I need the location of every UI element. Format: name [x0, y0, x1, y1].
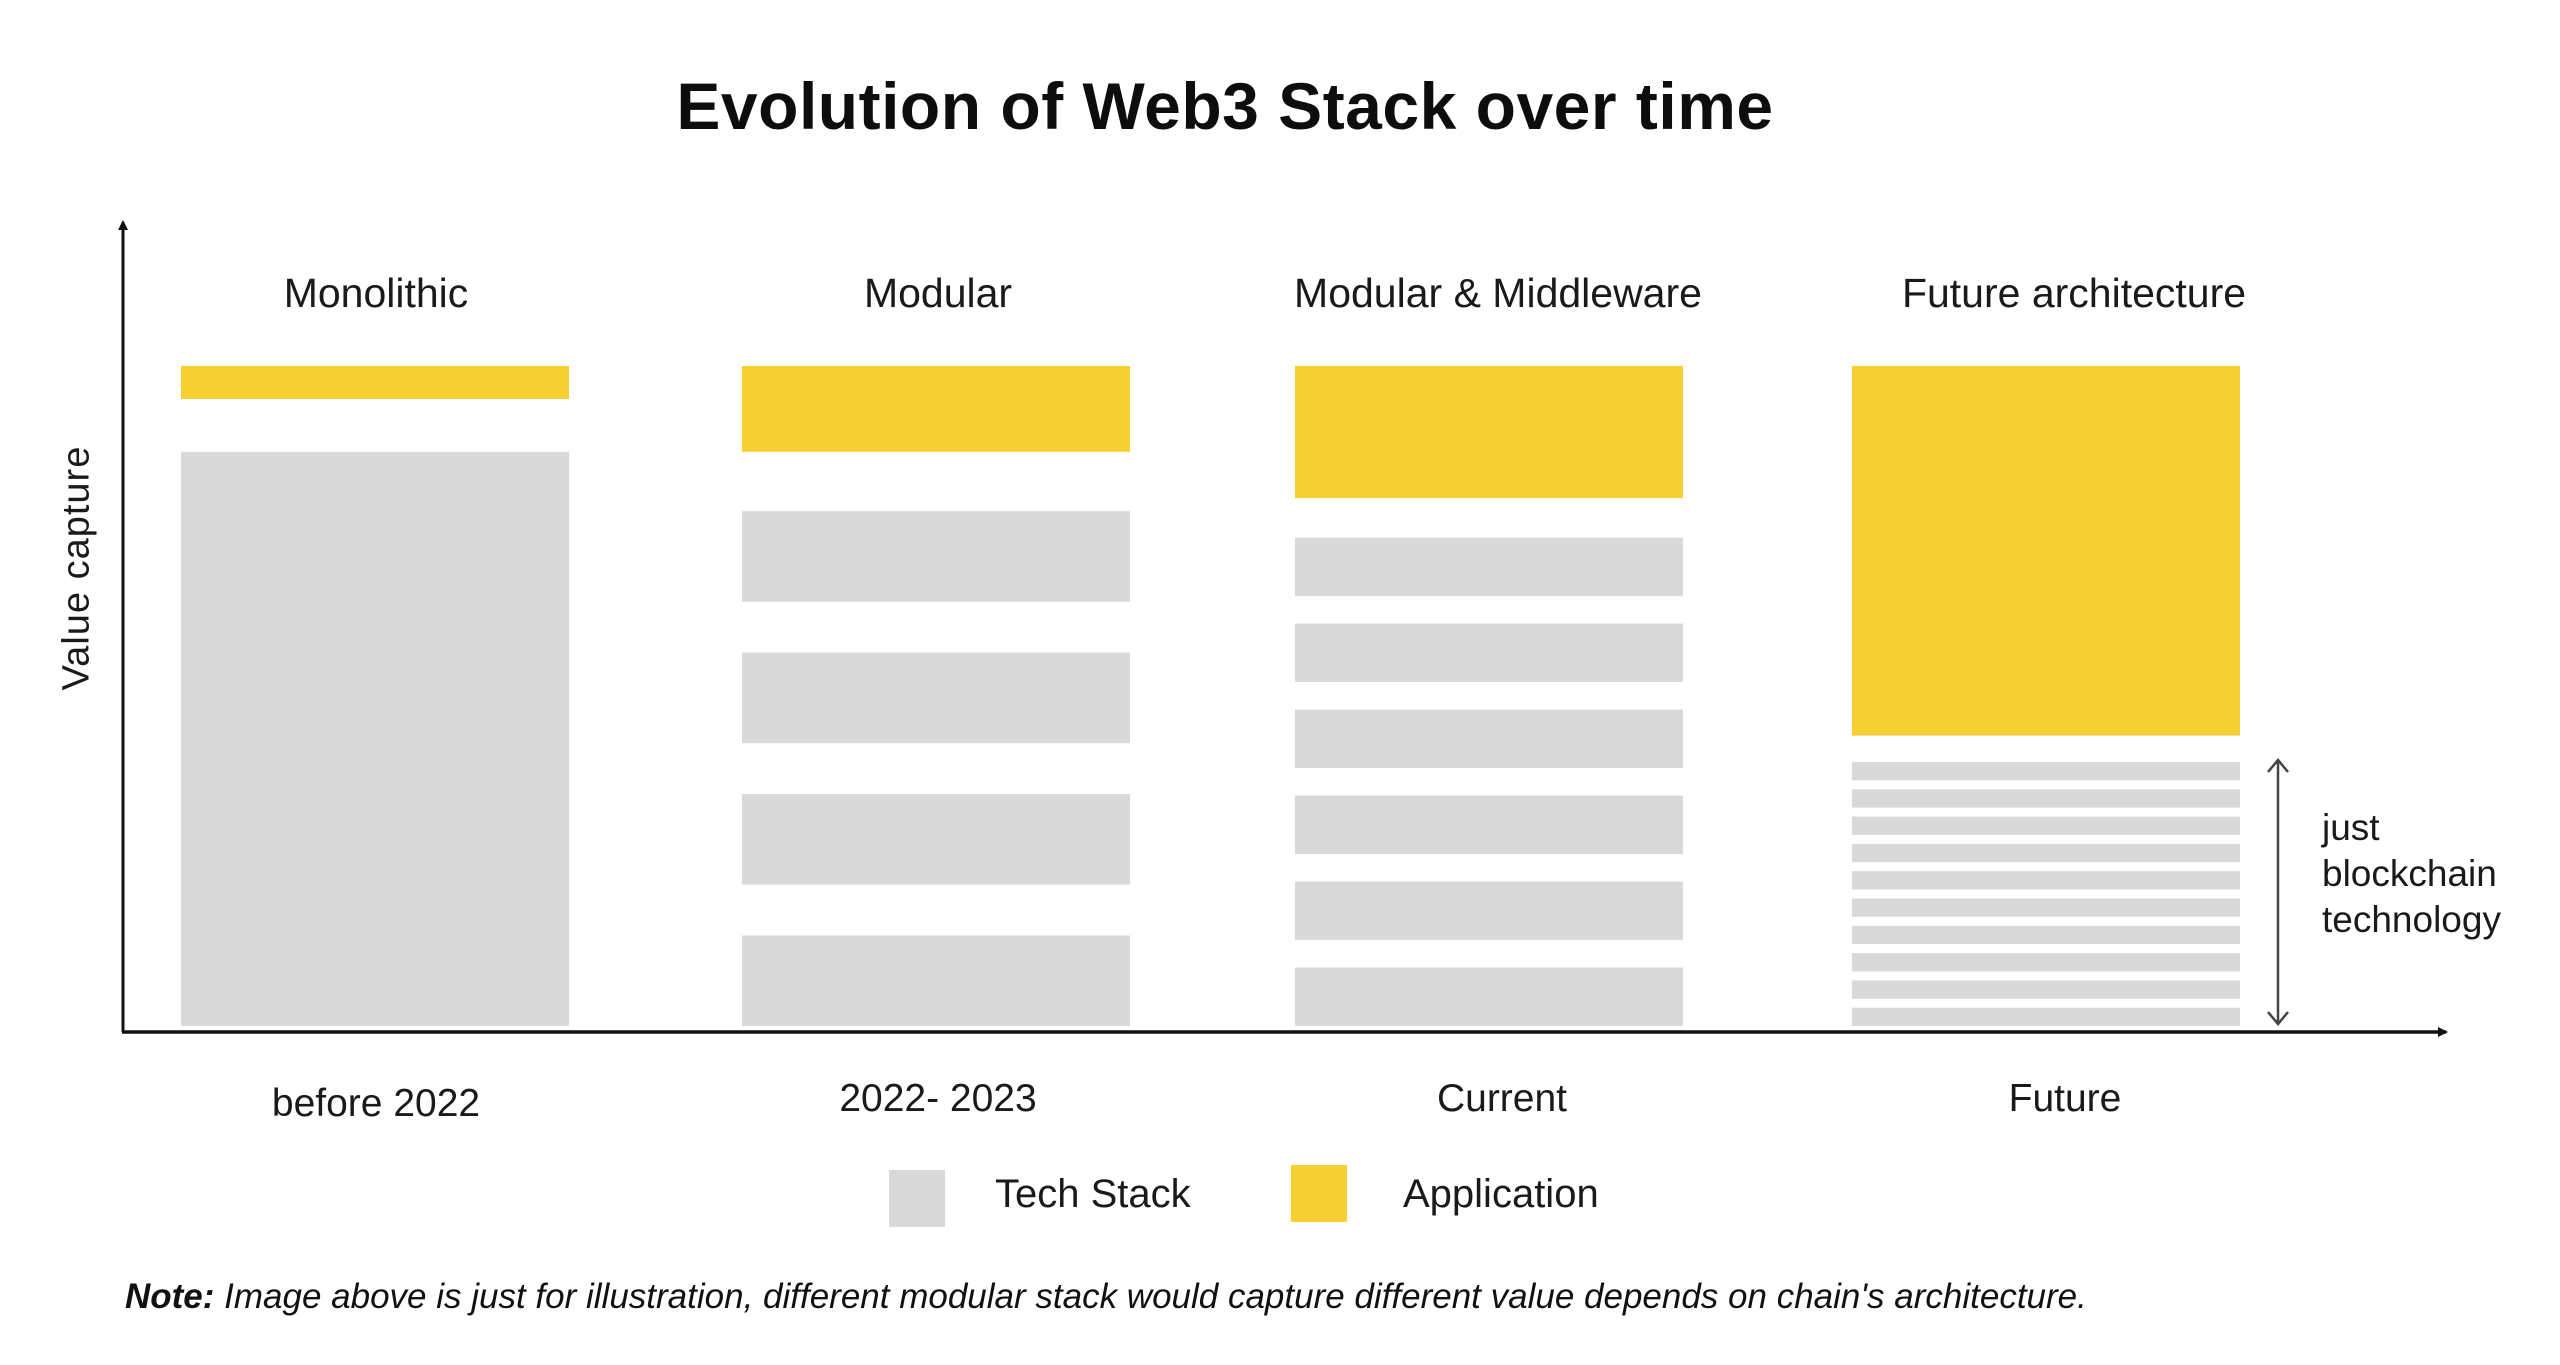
annotation-line-2: blockchain [2322, 853, 2497, 894]
legend-label-application: Application [1403, 1172, 1599, 1216]
x-tick-label-before-2022: before 2022 [271, 1082, 481, 1125]
tech-stack-layer-future-3 [1852, 816, 2240, 835]
tech-stack-layer-current-1 [1295, 537, 1683, 597]
chart-canvas [118, 220, 2448, 1037]
legend-label-tech-stack: Tech Stack [995, 1172, 1191, 1216]
application-bar-current [1295, 366, 1683, 498]
footnote-label: Note: [125, 1277, 215, 1316]
application-bar-2022-2023 [742, 366, 1130, 452]
application-bar-before-2022 [181, 366, 569, 399]
tech-stack-layer-future-10 [1852, 1007, 2240, 1026]
annotation-text: just blockchain technology [2322, 805, 2501, 943]
tech-stack-layer-future-8 [1852, 953, 2240, 972]
legend-swatch-application [1291, 1165, 1347, 1222]
x-tick-label-current: Current [1436, 1077, 1568, 1120]
footnote-text: Image above is just for illustration, di… [214, 1277, 2087, 1316]
bars-group [181, 366, 2240, 1026]
tech-stack-layer-2022-2023-1 [742, 511, 1130, 602]
tech-stack-layer-2022-2023-2 [742, 652, 1130, 744]
footnote: Note: Image above is just for illustrati… [125, 1277, 2087, 1317]
legend-swatch-tech-stack [889, 1170, 945, 1227]
tech-stack-layer-current-4 [1295, 795, 1683, 855]
annotation-line-1: just [2322, 807, 2380, 848]
tech-stack-layer-2022-2023-3 [742, 794, 1130, 885]
x-tick-label-future: Future [2008, 1077, 2122, 1120]
tech-stack-layer-future-7 [1852, 925, 2240, 945]
tech-stack-layer-current-2 [1295, 623, 1683, 683]
tech-stack-layer-future-5 [1852, 871, 2240, 890]
tech-stack-layer-current-5 [1295, 881, 1683, 941]
tech-stack-layer-2022-2023-4 [742, 935, 1130, 1026]
x-tick-label-2022-2023: 2022- 2023 [839, 1077, 1037, 1120]
tech-stack-layer-future-1 [1852, 762, 2240, 781]
tech-stack-layer-future-9 [1852, 980, 2240, 999]
tech-stack-layer-current-6 [1295, 967, 1683, 1026]
tech-stack-layer-current-3 [1295, 709, 1683, 769]
tech-stack-layer-future-2 [1852, 789, 2240, 808]
tech-stack-layer-future-4 [1852, 843, 2240, 863]
tech-stack-layer-before-2022-1 [181, 451, 569, 1026]
annotation-line-3: technology [2322, 899, 2501, 940]
annotation-double-arrow [2267, 758, 2289, 1026]
application-bar-future [1852, 366, 2240, 736]
tech-stack-layer-future-6 [1852, 898, 2240, 917]
